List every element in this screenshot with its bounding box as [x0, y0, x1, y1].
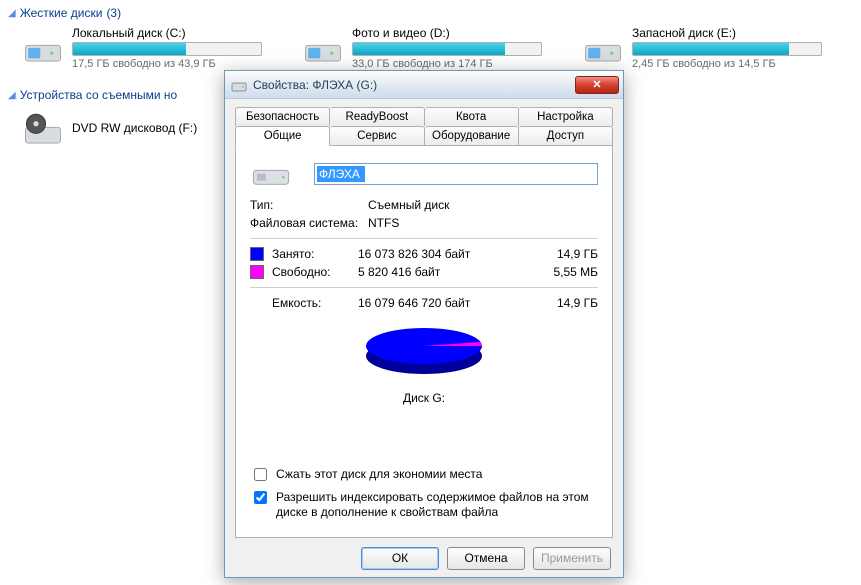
hdd-icon — [582, 26, 624, 68]
section-hard-drives[interactable]: ◢ Жесткие диски (3) — [8, 6, 853, 20]
drive-icon — [231, 77, 247, 93]
disk-usage-bar — [352, 42, 542, 56]
tab-readyboost[interactable]: ReadyBoost — [330, 107, 424, 126]
index-checkbox-row[interactable]: Разрешить индексировать содержимое файло… — [250, 490, 598, 521]
disk-free-text: 33,0 ГБ свободно из 174 ГБ — [352, 58, 552, 70]
disk-name: Запасной диск (E:) — [632, 26, 832, 40]
tab-general[interactable]: Общие — [235, 126, 330, 146]
tab-customize[interactable]: Настройка — [519, 107, 613, 126]
disk-usage-bar — [632, 42, 822, 56]
section-title: Устройства со съемными но — [20, 88, 178, 102]
capacity-bytes: 16 079 646 720 байт — [358, 296, 538, 310]
filesystem-value: NTFS — [368, 216, 399, 230]
disk-name: Фото и видео (D:) — [352, 26, 552, 40]
free-bytes: 5 820 416 байт — [358, 265, 538, 279]
hdd-icon — [302, 26, 344, 68]
expand-icon: ◢ — [8, 90, 16, 101]
compress-checkbox[interactable] — [254, 468, 267, 481]
disk-item-c[interactable]: Локальный диск (C:) 17,5 ГБ свободно из … — [22, 26, 272, 70]
tab-quota[interactable]: Квота — [425, 107, 519, 126]
tab-panel-general: Тип: Съемный диск Файловая система: NTFS… — [235, 146, 613, 538]
disk-name: DVD RW дисковод (F:) — [72, 121, 197, 135]
titlebar[interactable]: Свойства: ФЛЭХА (G:) ✕ — [225, 71, 623, 99]
usage-pie-chart — [354, 316, 494, 382]
free-swatch-icon — [250, 265, 264, 279]
capacity-human: 14,9 ГБ — [538, 296, 598, 310]
disk-usage-bar — [72, 42, 262, 56]
used-bytes: 16 073 826 304 байт — [358, 247, 538, 261]
pie-caption: Диск G: — [250, 391, 598, 405]
disk-name: Локальный диск (C:) — [72, 26, 272, 40]
type-label: Тип: — [250, 198, 368, 212]
expand-icon: ◢ — [8, 8, 16, 19]
section-count: (3) — [106, 6, 121, 20]
disk-free-text: 17,5 ГБ свободно из 43,9 ГБ — [72, 58, 272, 70]
filesystem-label: Файловая система: — [250, 216, 368, 230]
section-title: Жесткие диски — [20, 6, 103, 20]
tab-security[interactable]: Безопасность — [235, 107, 330, 126]
ok-button[interactable]: ОК — [361, 547, 439, 570]
capacity-label: Емкость: — [272, 296, 358, 310]
free-human: 5,55 МБ — [538, 265, 598, 279]
dvd-icon — [22, 108, 64, 150]
tab-tools[interactable]: Сервис — [330, 126, 424, 146]
dialog-title: Свойства: ФЛЭХА (G:) — [253, 78, 569, 92]
used-label: Занято: — [272, 247, 358, 261]
free-label: Свободно: — [272, 265, 358, 279]
index-checkbox[interactable] — [254, 491, 267, 504]
disk-free-text: 2,45 ГБ свободно из 14,5 ГБ — [632, 58, 832, 70]
type-value: Съемный диск — [368, 198, 449, 212]
close-button[interactable]: ✕ — [575, 76, 619, 94]
removable-drive-icon — [250, 158, 292, 190]
volume-name-input[interactable] — [314, 163, 598, 185]
compress-label: Сжать этот диск для экономии места — [276, 467, 482, 483]
compress-checkbox-row[interactable]: Сжать этот диск для экономии места — [250, 467, 598, 484]
used-human: 14,9 ГБ — [538, 247, 598, 261]
disk-item-e[interactable]: Запасной диск (E:) 2,45 ГБ свободно из 1… — [582, 26, 832, 70]
properties-dialog: Свойства: ФЛЭХА (G:) ✕ Безопасность Read… — [224, 70, 624, 578]
disk-item-d[interactable]: Фото и видео (D:) 33,0 ГБ свободно из 17… — [302, 26, 552, 70]
used-swatch-icon — [250, 247, 264, 261]
apply-button[interactable]: Применить — [533, 547, 611, 570]
tab-sharing[interactable]: Доступ — [519, 126, 613, 146]
cancel-button[interactable]: Отмена — [447, 547, 525, 570]
tab-hardware[interactable]: Оборудование — [425, 126, 519, 146]
hdd-icon — [22, 26, 64, 68]
index-label: Разрешить индексировать содержимое файло… — [276, 490, 598, 521]
